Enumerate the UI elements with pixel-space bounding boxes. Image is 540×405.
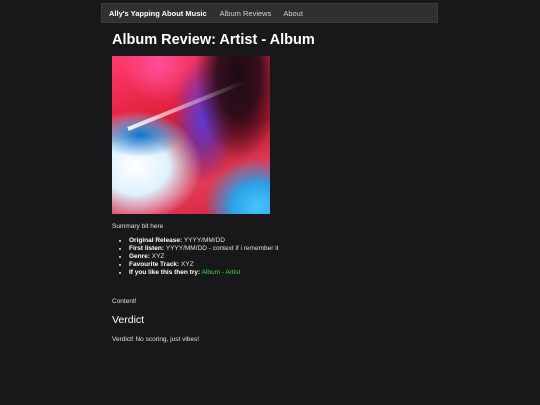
facts-list: Original Release: YYYY/MM/DD First liste… xyxy=(112,237,428,277)
fact-label: If you like this then try: xyxy=(129,269,201,276)
content-text: Content! xyxy=(112,298,137,305)
fact-value: YYYY/MM/DD - context if i remember it xyxy=(165,245,279,252)
main-content: Album Review: Artist - Album Summary bit… xyxy=(112,30,428,343)
navbar: Ally's Yapping About Music Album Reviews… xyxy=(101,3,438,23)
verdict-text: Verdict! No scoring, just vibes! xyxy=(112,336,200,343)
fact-label: Original Release: xyxy=(129,237,183,244)
fact-value: YYYY/MM/DD xyxy=(183,237,225,244)
cover-light-streak xyxy=(127,79,246,131)
nav-link-about[interactable]: About xyxy=(277,9,309,18)
fact-value: XYZ xyxy=(181,261,194,268)
fact-label: First listen: xyxy=(129,245,165,252)
fact-favourite-track: Favourite Track: XYZ xyxy=(129,261,428,269)
recommendation-link[interactable]: Album - Artist xyxy=(202,269,241,276)
fact-original-release: Original Release: YYYY/MM/DD xyxy=(129,237,428,245)
verdict-heading: Verdict xyxy=(112,314,145,326)
fact-genre: Genre: XYZ xyxy=(129,253,428,261)
nav-link-album-reviews[interactable]: Album Reviews xyxy=(214,9,278,18)
fact-recommendation: If you like this then try: Album - Artis… xyxy=(129,269,428,277)
summary-text: Summary bit here xyxy=(112,223,164,230)
fact-label: Favourite Track: xyxy=(129,261,180,268)
site-brand-link[interactable]: Ally's Yapping About Music xyxy=(102,9,214,18)
album-cover-image xyxy=(112,56,270,214)
fact-label: Genre: xyxy=(129,253,150,260)
page-title: Album Review: Artist - Album xyxy=(112,32,315,48)
fact-first-listen: First listen: YYYY/MM/DD - context if i … xyxy=(129,245,428,253)
fact-value: XYZ xyxy=(151,253,165,260)
